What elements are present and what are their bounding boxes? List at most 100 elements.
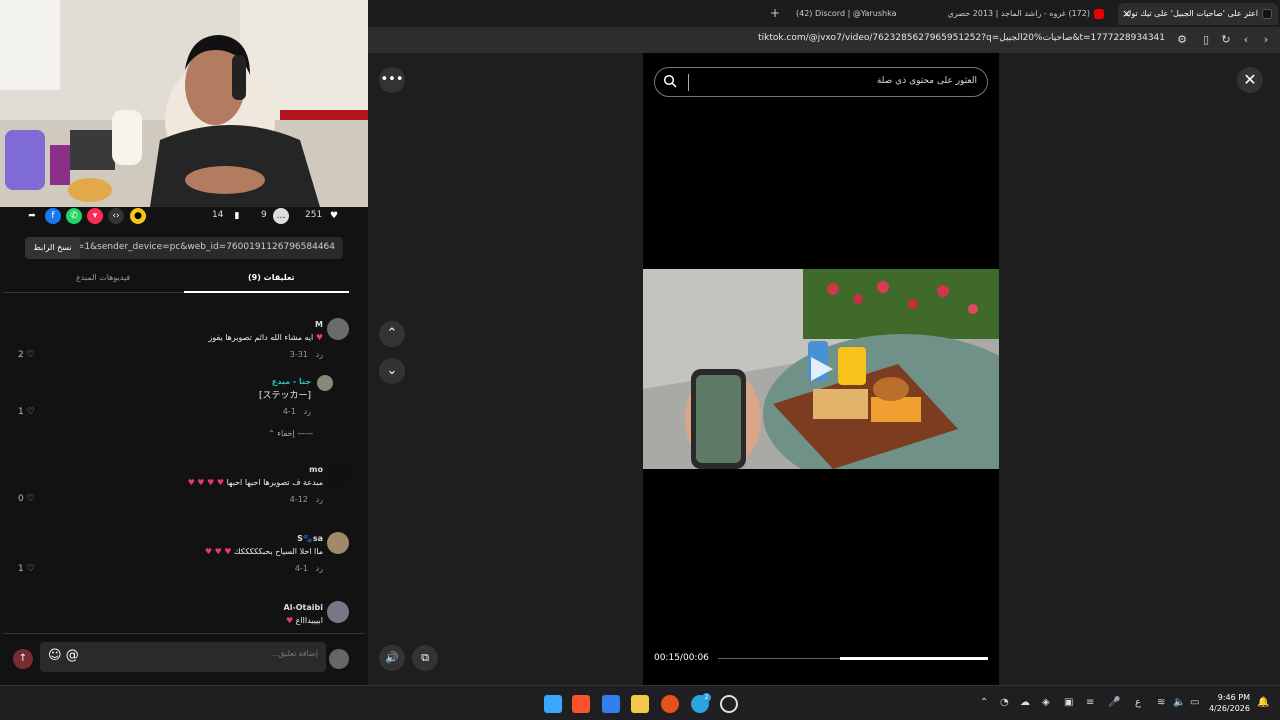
embed-icon[interactable]: ‹› — [108, 208, 124, 224]
new-tab-button[interactable]: + — [770, 6, 780, 20]
avatar[interactable] — [317, 375, 333, 391]
comment-like[interactable]: 0 ♡ — [18, 494, 35, 504]
next-video-button[interactable]: ⌄ — [379, 358, 405, 384]
language-indicator[interactable]: ع — [1135, 697, 1141, 708]
brave-icon[interactable] — [572, 695, 590, 713]
mention-icon[interactable]: @ — [66, 648, 79, 663]
back-icon[interactable]: ‹ — [1238, 32, 1254, 48]
tab-discord[interactable]: (42) Discord | @Yarushka — [790, 3, 920, 25]
tiktok-friends-icon[interactable]: ▾ — [87, 208, 103, 224]
reply-link[interactable]: رد — [316, 564, 323, 573]
bookmark-count: 14 — [212, 210, 224, 220]
comment-body: ماا احلا السياح بحبكككككك — [234, 547, 323, 556]
tray-app-icon[interactable]: ◔ — [1000, 697, 1009, 708]
reply-link[interactable]: رد — [316, 495, 323, 504]
telegram-badge: 2 — [702, 693, 711, 702]
video-frame[interactable] — [643, 269, 999, 469]
close-tab-icon[interactable]: × — [1122, 7, 1131, 20]
battery-icon[interactable]: ▭ — [1190, 697, 1199, 708]
share-link-text[interactable]: ...p=1&sender_device=pc&web_id=760019112… — [63, 242, 335, 252]
comment-like[interactable]: 1 ♡ — [18, 564, 35, 574]
wifi-icon[interactable]: ≋ — [1157, 697, 1165, 708]
facebook-icon[interactable]: f — [45, 208, 61, 224]
notifications-icon[interactable]: 🔔 — [1257, 697, 1269, 708]
whatsapp-icon[interactable]: ✆ — [66, 208, 82, 224]
obs-icon[interactable] — [720, 695, 738, 713]
avatar[interactable] — [327, 532, 349, 554]
microphone-icon[interactable]: 🎤 — [1108, 697, 1120, 708]
heart-emoji-icon: ♥ — [285, 616, 294, 625]
more-share-icon[interactable]: ● — [130, 208, 146, 224]
active-tab-indicator — [184, 291, 349, 293]
tab-creator-videos[interactable]: فيديوهات المبدع — [76, 273, 130, 282]
volume-icon[interactable]: 🔊 — [379, 645, 405, 671]
progress-track[interactable] — [718, 657, 988, 660]
more-options-icon[interactable]: ••• — [379, 67, 405, 93]
avatar[interactable] — [327, 463, 349, 485]
like-count: 1 — [18, 564, 24, 574]
previous-video-button[interactable]: ⌃ — [379, 321, 405, 347]
heart-outline-icon: ♡ — [26, 350, 35, 360]
bookmark-icon[interactable]: ▮ — [229, 208, 245, 224]
heart-outline-icon: ♡ — [26, 564, 35, 574]
taskbar: 2 ⌃ ◔ ☁ ◈ ▣ ≡ 🎤 ع ≋ 🔈 ▭ 9:46 PM 4/26/202… — [0, 685, 1280, 720]
vscode-icon[interactable] — [602, 695, 620, 713]
comment-user[interactable]: S🐾sa — [297, 534, 323, 543]
tune-icon[interactable]: ⚙ — [1174, 32, 1190, 48]
comment-item: Al-Otaibi ابيييداااع ♥ — [19, 601, 349, 631]
search-icon[interactable] — [663, 74, 677, 88]
comment-input[interactable] — [138, 649, 318, 658]
avatar[interactable] — [327, 601, 349, 623]
comment-like[interactable]: 2 ♡ — [18, 350, 35, 360]
like-count: 1 — [18, 407, 24, 417]
comment-text: مبدعة ف تصويرها احبها احبها ♥ ♥ ♥ ♥ — [188, 478, 323, 487]
tray-settings-icon[interactable]: ≡ — [1086, 697, 1094, 708]
heart-emoji-icon: ♥ ♥ ♥ ♥ — [187, 478, 225, 487]
heart-icon[interactable]: ♥ — [326, 208, 342, 224]
forward-icon[interactable]: › — [1258, 32, 1274, 48]
file-explorer-icon[interactable] — [631, 695, 649, 713]
reply-link[interactable]: رد — [316, 350, 323, 359]
url-text[interactable]: tiktok.com/@jvxo7/video/7623285627965951… — [758, 33, 1165, 43]
comment-like[interactable]: 1 ♡ — [18, 407, 35, 417]
tab-label: (42) Discord | @Yarushka — [796, 9, 897, 18]
tray-nvidia-icon[interactable]: ▣ — [1064, 697, 1073, 708]
post-comment-button[interactable]: ↑ — [13, 649, 33, 669]
comment-date: 4-1 — [294, 564, 308, 573]
tab-tiktok[interactable]: اعثر على 'صاحيات الجبيل' على تيك توك — [1118, 3, 1278, 25]
comment-user[interactable]: Al-Otaibi — [284, 603, 324, 612]
screen: اعثر على 'صاحيات الجبيل' على تيك توك × (… — [0, 0, 1280, 720]
comment-input-box: ☺ @ — [40, 642, 326, 672]
avatar[interactable] — [327, 318, 349, 340]
comment-user[interactable]: mo — [309, 465, 323, 474]
reload-icon[interactable]: ↻ — [1218, 32, 1234, 48]
tray-chevron-icon[interactable]: ⌃ — [980, 697, 988, 708]
comment-text: ماا احلا السياح بحبكككككك ♥ ♥ ♥ — [205, 547, 323, 556]
hide-replies-button[interactable]: ⌃ إخفاء —— — [268, 429, 313, 438]
tab-youtube[interactable]: (172) غروه - راشد الماجد | 2013 حصري — [930, 3, 1110, 25]
comment-user[interactable]: جنا - مبدع — [272, 377, 311, 386]
comment-item: mo مبدعة ف تصويرها احبها احبها ♥ ♥ ♥ ♥ 4… — [19, 463, 349, 513]
bookmark-icon[interactable]: ▯ — [1198, 32, 1214, 48]
tray-shield-icon[interactable]: ◈ — [1042, 697, 1050, 708]
comment-icon[interactable]: … — [273, 208, 289, 224]
close-icon[interactable]: ✕ — [1237, 67, 1263, 93]
speaker-icon[interactable]: 🔈 — [1173, 697, 1185, 708]
clock-time: 9:46 PM — [1217, 693, 1250, 702]
address-bar: tiktok.com/@jvxo7/video/7623285627965951… — [368, 27, 1280, 53]
emoji-icon[interactable]: ☺ — [48, 648, 62, 663]
clock[interactable]: 9:46 PM 4/26/2026 — [1209, 692, 1250, 714]
copy-link-button[interactable]: نسخ الرابط — [25, 237, 80, 259]
my-avatar — [329, 649, 349, 669]
tray-cloud-icon[interactable]: ☁ — [1020, 697, 1030, 708]
comment-user[interactable]: M — [315, 320, 323, 329]
pip-icon[interactable]: ⧉ — [412, 645, 438, 671]
app-icon[interactable] — [661, 695, 679, 713]
video-viewer: ••• ⌃ ⌄ 🔊 ⧉ ✕ العثور على محتوى ذي صلة 00… — [368, 53, 1280, 685]
reply-link[interactable]: رد — [304, 407, 311, 416]
comment-meta: 4-1 رد — [295, 564, 323, 573]
related-search[interactable]: العثور على محتوى ذي صلة — [654, 67, 988, 97]
windows-start-icon[interactable] — [544, 695, 562, 713]
tab-comments[interactable]: تعليقات (9) — [248, 273, 295, 282]
share-arrow-icon[interactable]: ➦ — [24, 208, 40, 224]
